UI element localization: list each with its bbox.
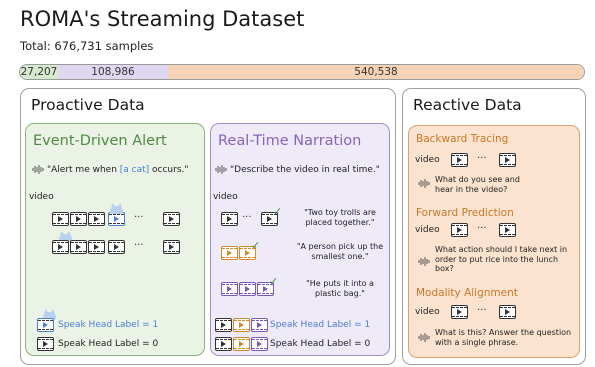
check-icon: ✓ xyxy=(269,275,279,288)
forward-video-label: video xyxy=(415,225,440,235)
ellipsis-icon: ··· xyxy=(477,305,487,316)
video-frame-icon xyxy=(233,337,250,351)
reactive-box: Backward Tracing video ··· What do you s… xyxy=(408,125,580,358)
waveform-icon xyxy=(418,333,430,342)
total-samples: Total: 676,731 samples xyxy=(20,39,154,53)
narration-video-label: video xyxy=(213,192,238,202)
video-frame-icon xyxy=(70,212,87,226)
video-frame-icon xyxy=(499,223,516,237)
ellipsis-icon: ··· xyxy=(242,212,252,223)
waveform-icon xyxy=(32,165,44,174)
narration-title: Real-Time Narration xyxy=(218,133,362,149)
event-driven-alert-box: Event-Driven Alert "Alert me when [a cat… xyxy=(25,123,205,356)
video-frame-icon xyxy=(52,212,69,226)
segment-reactive: 540,538 xyxy=(168,65,584,79)
check-icon: ✓ xyxy=(251,239,261,252)
narration-caption-1: "Two toy trolls are placed together." xyxy=(304,208,376,227)
page-title: ROMA's Streaming Dataset xyxy=(20,7,305,31)
video-frame-icon xyxy=(221,282,238,296)
video-frame-icon xyxy=(88,212,105,226)
narration-label-1: Speak Head Label = 1 xyxy=(215,318,370,332)
segment-event-driven-alert: 27,207 xyxy=(20,65,58,79)
proactive-title: Proactive Data xyxy=(31,96,145,114)
video-frame-icon xyxy=(37,318,54,332)
waveform-icon xyxy=(418,257,430,266)
video-frame-icon xyxy=(221,246,238,260)
narration-caption-2: "A person pick up the smallest one." xyxy=(296,242,384,261)
video-frame-icon xyxy=(215,318,232,332)
real-time-narration-box: Real-Time Narration "Describe the video … xyxy=(210,123,390,356)
waveform-icon xyxy=(215,165,227,174)
video-frame-icon xyxy=(221,212,238,226)
alert-label-1: Speak Head Label = 1 xyxy=(37,318,158,332)
check-icon: ✓ xyxy=(273,205,283,218)
video-frame-icon xyxy=(239,282,256,296)
forward-prediction-title: Forward Prediction xyxy=(416,207,514,219)
cat-icon xyxy=(110,203,123,214)
backward-tracing-title: Backward Tracing xyxy=(416,133,509,145)
reactive-panel: Reactive Data Backward Tracing video ···… xyxy=(402,88,586,365)
modality-question: What is this? Answer the question with a… xyxy=(435,328,572,347)
video-frame-icon xyxy=(163,212,180,226)
alert-video-label: video xyxy=(29,192,54,202)
backward-question: What do you see and hear in the video? xyxy=(435,175,520,194)
narration-label-0: Speak Head Label = 0 xyxy=(215,337,370,351)
video-frame-icon xyxy=(499,305,516,319)
video-frame-icon xyxy=(108,240,125,254)
forward-question: What action should I take next in order … xyxy=(435,245,568,273)
ellipsis-icon: ··· xyxy=(477,223,487,234)
reactive-title: Reactive Data xyxy=(413,96,522,114)
video-frame-icon xyxy=(451,305,468,319)
proactive-panel: Proactive Data Event-Driven Alert "Alert… xyxy=(20,88,396,365)
video-frame-icon xyxy=(70,240,87,254)
backward-video-label: video xyxy=(415,155,440,165)
ellipsis-icon: ··· xyxy=(477,153,487,164)
narration-instruction: "Describe the video in real time." xyxy=(215,164,380,176)
ellipsis-icon: ··· xyxy=(134,212,144,223)
alert-label-0: Speak Head Label = 0 xyxy=(37,337,158,351)
video-frame-icon xyxy=(215,337,232,351)
modality-alignment-title: Modality Alignment xyxy=(416,287,518,299)
video-frame-icon xyxy=(499,153,516,167)
modality-video-label: video xyxy=(415,307,440,317)
video-frame-icon xyxy=(108,212,125,226)
video-frame-icon xyxy=(251,337,268,351)
waveform-icon xyxy=(418,179,430,188)
narration-caption-3: "He puts it into a plastic bag." xyxy=(306,279,374,298)
video-frame-icon xyxy=(233,318,250,332)
video-frame-icon xyxy=(451,223,468,237)
alert-instruction: "Alert me when [a cat] occurs." xyxy=(32,164,189,176)
alert-title: Event-Driven Alert xyxy=(33,133,167,149)
ellipsis-icon: ··· xyxy=(134,240,144,251)
segment-real-time-narration: 108,986 xyxy=(58,65,168,79)
video-frame-icon xyxy=(163,240,180,254)
video-frame-icon xyxy=(88,240,105,254)
video-frame-icon xyxy=(251,318,268,332)
distribution-bar: 27,207 108,986 540,538 xyxy=(19,64,585,80)
video-frame-icon xyxy=(451,153,468,167)
video-frame-icon xyxy=(37,337,54,351)
video-frame-icon xyxy=(52,240,69,254)
